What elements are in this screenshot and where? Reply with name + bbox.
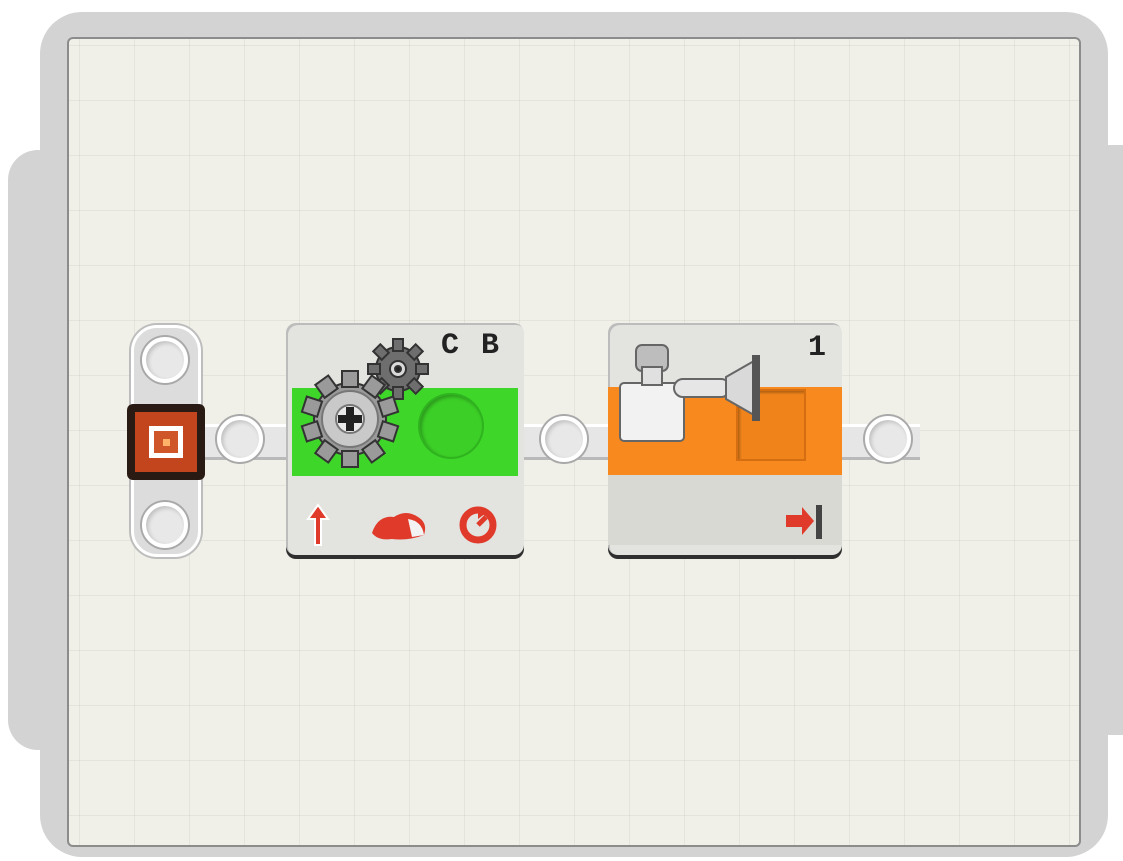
duration-icon: [459, 506, 497, 544]
direction-arrow-icon: [306, 503, 330, 546]
gears-icon: [300, 338, 429, 468]
motor-block-label: C B: [441, 329, 502, 363]
sound-sensor-icon: [619, 344, 760, 442]
power-icon: [372, 513, 426, 540]
branch-plug-top[interactable]: [142, 337, 188, 383]
sequence-plug-3[interactable]: [865, 416, 911, 462]
start-point-inner: [135, 412, 197, 472]
motor-block[interactable]: C B: [286, 323, 524, 555]
data-output-icon: [786, 505, 822, 539]
sound-block-port-label: 1: [808, 331, 829, 365]
start-icon: [149, 426, 183, 458]
branch-plug-bottom[interactable]: [142, 502, 188, 548]
start-point[interactable]: [127, 404, 205, 480]
start-icon-dot: [163, 439, 170, 446]
sequence-plug-1[interactable]: [217, 416, 263, 462]
sound-sensor-block[interactable]: 1: [608, 323, 842, 555]
sequence-plug-2[interactable]: [541, 416, 587, 462]
